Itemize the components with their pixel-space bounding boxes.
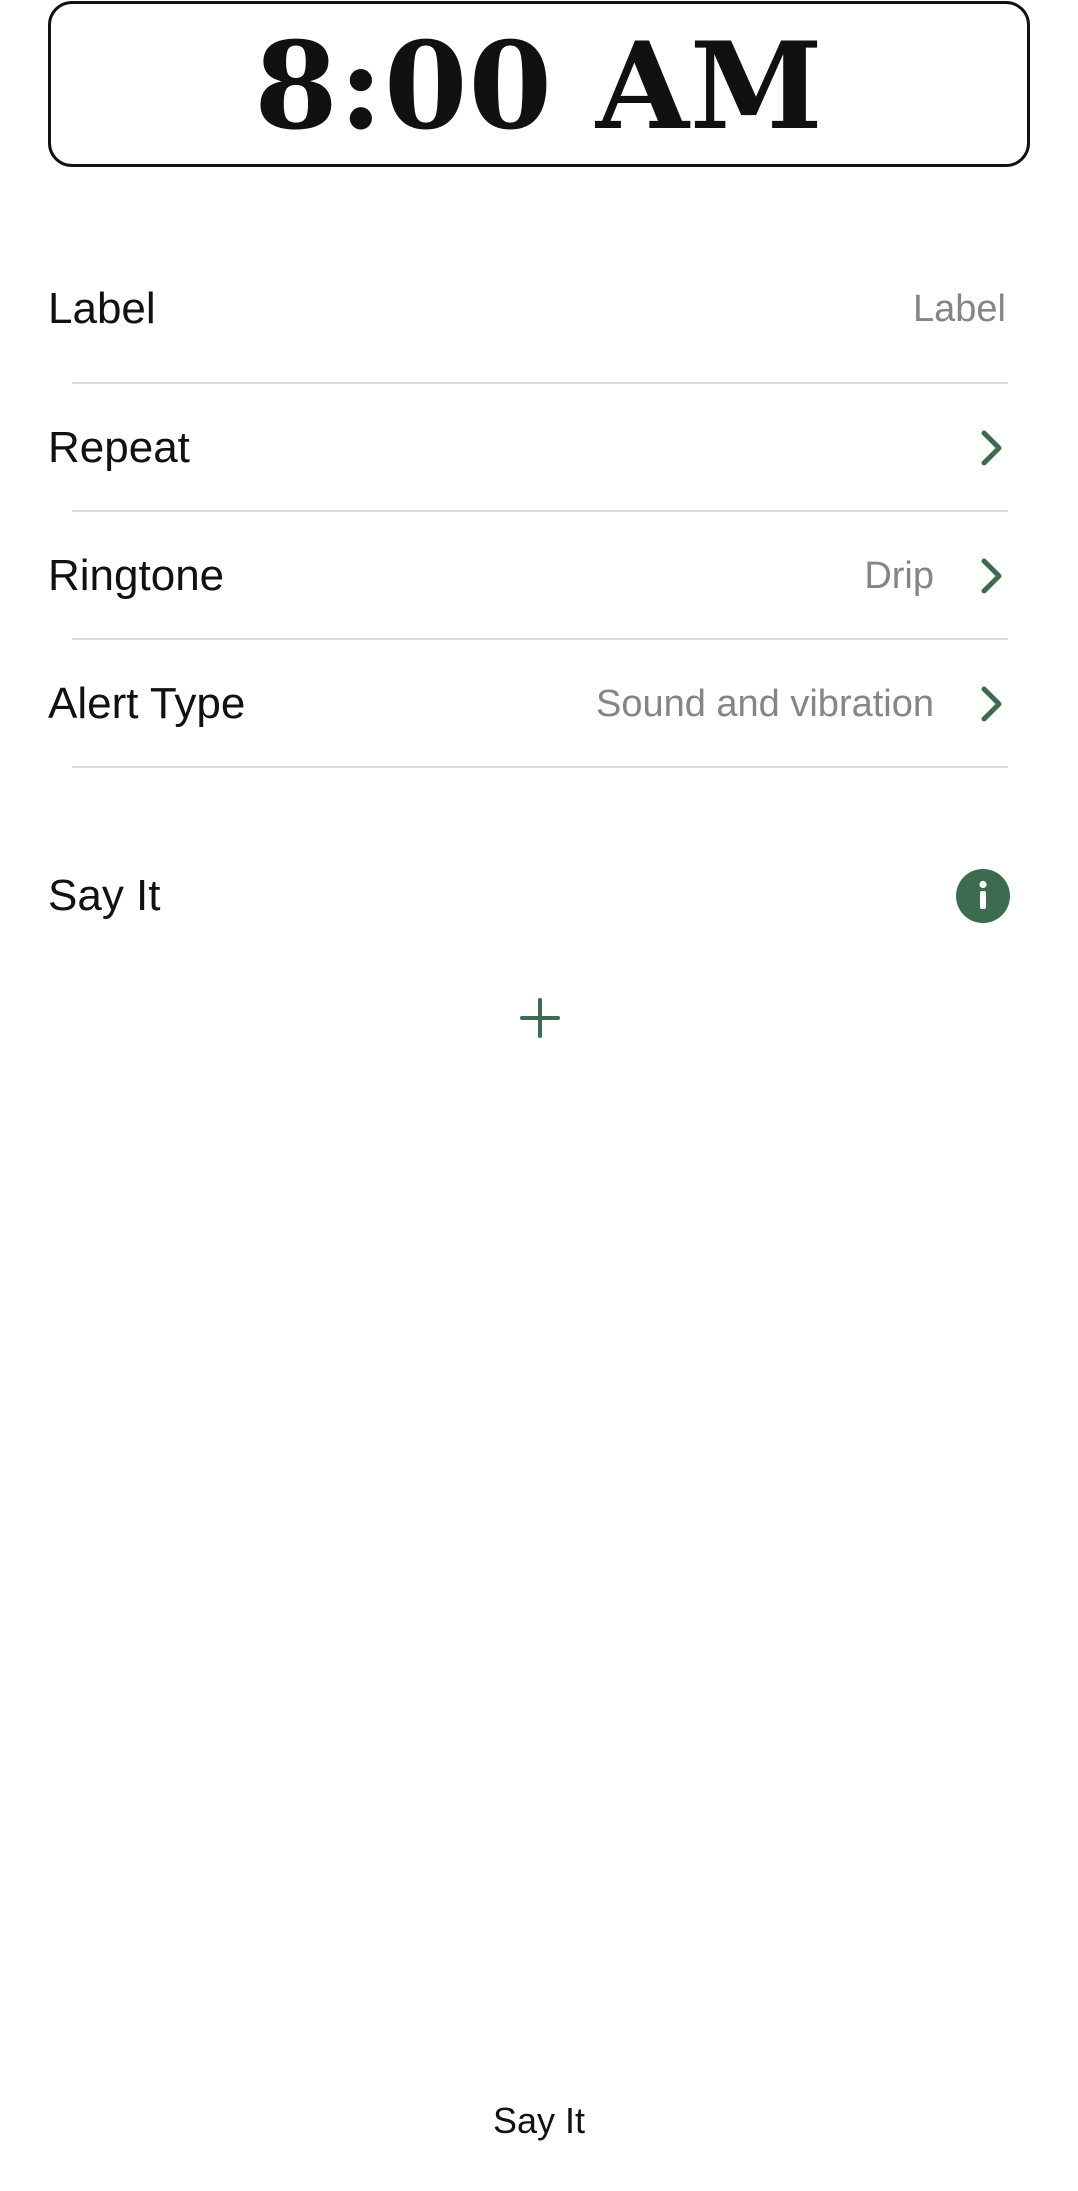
alert-type-row-value: Sound and vibration [595, 682, 934, 725]
repeat-row[interactable]: Repeat [48, 384, 1014, 512]
info-icon[interactable] [956, 869, 1010, 923]
ringtone-row-title: Ringtone [48, 551, 225, 600]
time-picker[interactable]: 8:00 AM [48, 1, 1030, 167]
alarm-time: 8:00 AM [254, 16, 824, 157]
chevron-right-icon [970, 554, 1014, 598]
label-row-title: Label [48, 284, 156, 333]
ringtone-row-value: Drip [864, 554, 934, 597]
chevron-right-icon [970, 426, 1014, 470]
say-it-title: Say It [48, 871, 161, 920]
chevron-right-icon [970, 682, 1014, 726]
alert-type-row[interactable]: Alert Type Sound and vibration [48, 640, 1014, 768]
repeat-row-title: Repeat [48, 423, 190, 472]
plus-icon [520, 997, 560, 1043]
alert-type-row-title: Alert Type [48, 679, 246, 728]
label-row-value: Label [913, 287, 1006, 330]
label-row[interactable]: Label Label [48, 245, 1014, 373]
bottom-say-it-label[interactable]: Say It [0, 2100, 1078, 2142]
divider [72, 766, 1008, 768]
ringtone-row[interactable]: Ringtone Drip [48, 512, 1014, 640]
say-it-row: Say It [48, 832, 1014, 960]
alarm-edit-screen: 8:00 AM Label Label Repeat Ringtone Drip… [0, 0, 1078, 2191]
add-say-it-button[interactable] [516, 996, 564, 1044]
